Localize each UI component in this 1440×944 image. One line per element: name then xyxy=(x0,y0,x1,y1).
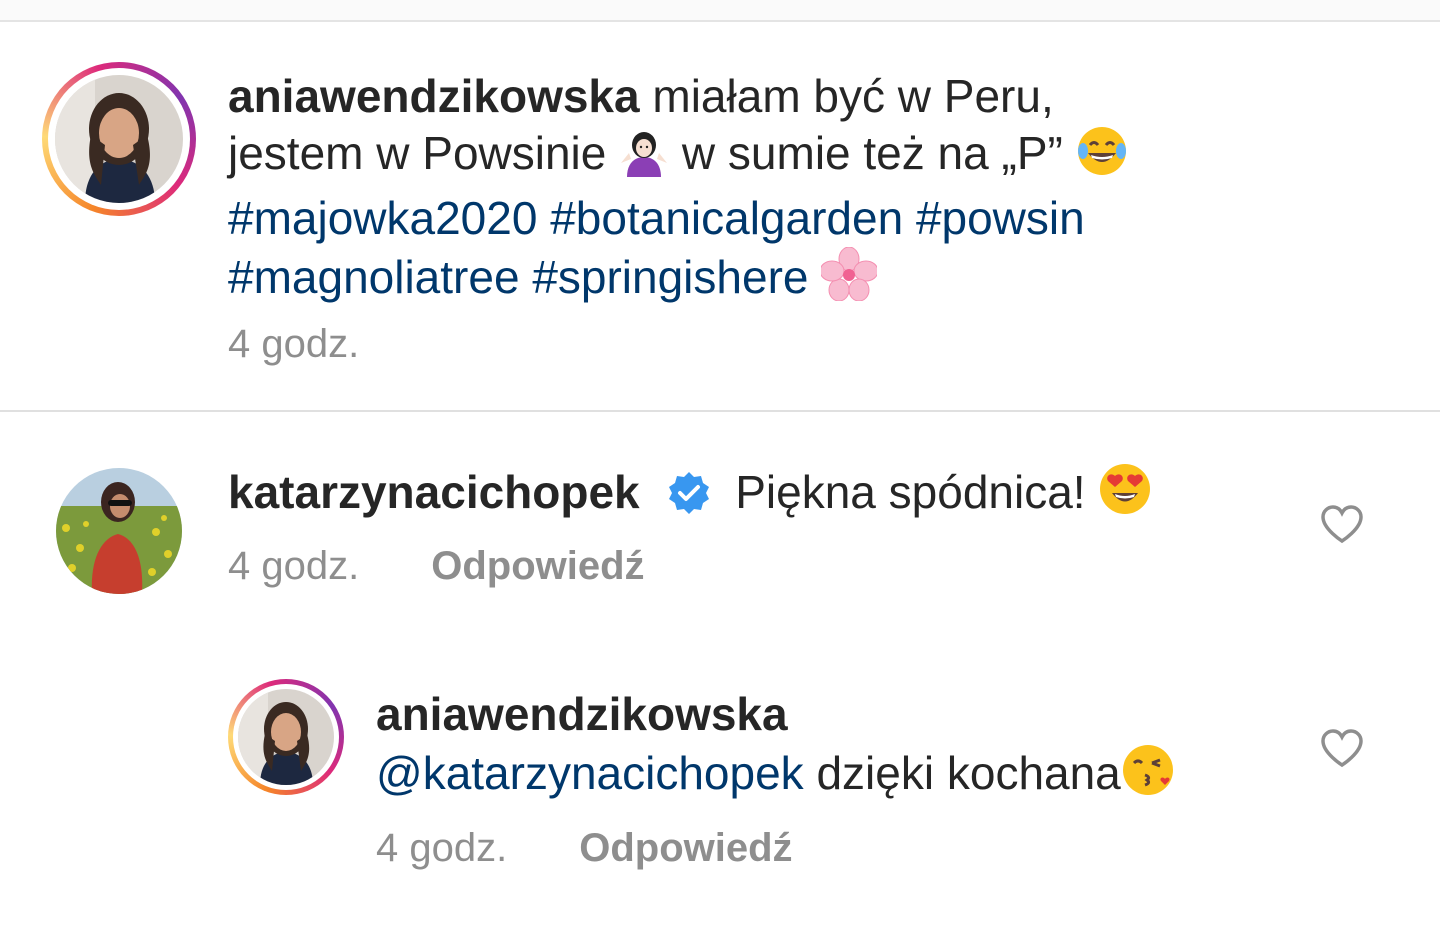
divider xyxy=(0,410,1440,412)
reply-1-username[interactable]: aniawendzikowska xyxy=(376,688,788,740)
caption-text-line1: miałam być w Peru, xyxy=(652,70,1054,122)
verified-badge-icon xyxy=(666,470,712,529)
comment-1-meta: 4 godz. Odpowiedź xyxy=(228,544,645,589)
caption-username[interactable]: aniawendzikowska xyxy=(228,70,640,122)
heart-eyes-emoji xyxy=(1098,462,1152,529)
comment-1-time: 4 godz. xyxy=(228,544,360,588)
reply-1-time: 4 godz. xyxy=(376,826,508,870)
person-shrugging-emoji xyxy=(619,129,669,190)
commenter-avatar[interactable] xyxy=(56,468,182,594)
cherry-blossom-emoji xyxy=(819,246,879,314)
kiss-emoji xyxy=(1121,743,1177,810)
caption-text-line3: w sumie też na „P” xyxy=(681,127,1063,179)
hashtag-botanicalgarden[interactable]: #botanicalgarden xyxy=(550,192,903,244)
reply-avatar[interactable] xyxy=(228,679,344,795)
heart-outline-icon[interactable] xyxy=(1320,504,1364,544)
reply-1-text: dzięki kochana xyxy=(816,747,1121,799)
comment-1: katarzynacichopek Piękna spódnica! xyxy=(228,462,1152,529)
reply-1-reply-button[interactable]: Odpowiedź xyxy=(579,826,792,870)
caption-text-line2: jestem w Powsinie xyxy=(228,127,607,179)
caption-avatar[interactable] xyxy=(42,62,196,216)
hashtag-majowka2020[interactable]: #majowka2020 xyxy=(228,192,537,244)
post-caption: aniawendzikowska miałam być w Peru, jest… xyxy=(228,68,1228,314)
comment-1-reply-button[interactable]: Odpowiedź xyxy=(431,544,644,588)
hashtag-springishere[interactable]: #springishere xyxy=(532,251,808,303)
comment-1-username[interactable]: katarzynacichopek xyxy=(228,466,640,518)
caption-time: 4 godz. xyxy=(228,322,360,366)
top-bar xyxy=(0,0,1440,22)
hashtag-magnoliatree[interactable]: #magnoliatree xyxy=(228,251,520,303)
tears-of-joy-emoji xyxy=(1076,125,1128,190)
comment-1-text: Piękna spódnica! xyxy=(735,466,1086,518)
heart-outline-icon[interactable] xyxy=(1320,728,1364,768)
reply-1-meta: 4 godz. Odpowiedź xyxy=(376,826,793,871)
hashtag-powsin[interactable]: #powsin xyxy=(916,192,1085,244)
reply-1: aniawendzikowska @katarzynacichopek dzię… xyxy=(376,686,1177,810)
reply-1-mention[interactable]: @katarzynacichopek xyxy=(376,747,804,799)
